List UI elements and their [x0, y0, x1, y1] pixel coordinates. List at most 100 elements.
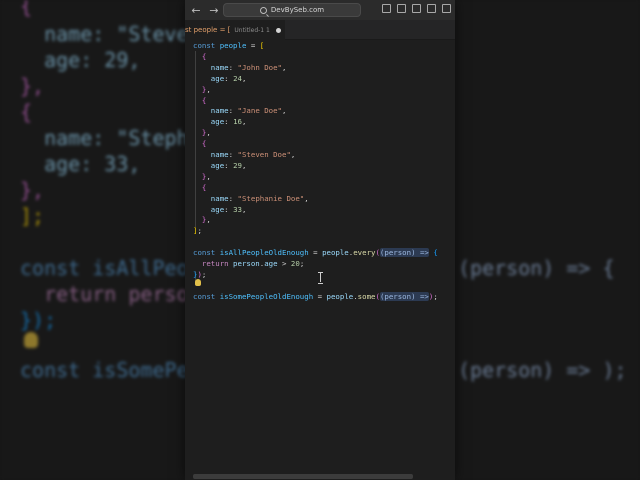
- background-code-line: return person.: [20, 282, 213, 306]
- code-token: age: [193, 117, 225, 127]
- split-icon[interactable]: [427, 4, 436, 13]
- forward-icon[interactable]: →: [207, 4, 221, 17]
- code-token: 20: [290, 259, 300, 268]
- code-token: isAllPeopleOldEnough: [219, 248, 309, 258]
- code-line[interactable]: const isAllPeopleOldEnough = people.ever…: [193, 247, 438, 258]
- code-token: ,: [290, 150, 296, 159]
- text-cursor-icon: [318, 272, 324, 284]
- back-icon[interactable]: ←: [189, 4, 203, 17]
- code-token: age: [193, 204, 225, 214]
- code-token: const: [193, 291, 220, 301]
- background-code-line: name: "Steph: [20, 126, 189, 150]
- code-token: :: [228, 150, 238, 159]
- code-token: }: [193, 84, 207, 94]
- code-token: ,: [241, 73, 247, 83]
- code-token: ,: [206, 215, 211, 225]
- address-bar[interactable]: DevBySeb.com: [223, 3, 361, 17]
- tab-untitled-1[interactable]: st people = [ Untitled-1 1: [185, 20, 285, 40]
- code-line[interactable]: const isSomePeopleOldEnough = people.som…: [193, 291, 438, 302]
- tab-bar: st people = [ Untitled-1 1: [185, 20, 455, 40]
- code-token: return: [193, 259, 234, 268]
- address-text: DevBySeb.com: [270, 6, 325, 14]
- code-line[interactable]: {: [193, 138, 206, 149]
- unsaved-dot-icon[interactable]: [275, 27, 281, 33]
- grid-icon[interactable]: [412, 4, 421, 13]
- code-line[interactable]: },: [193, 84, 211, 95]
- code-token: {: [193, 182, 207, 192]
- code-line[interactable]: age: 16,: [193, 116, 247, 127]
- code-token: ,: [282, 62, 287, 72]
- code-line[interactable]: {: [193, 51, 206, 62]
- background-code-line: age: 29,: [20, 48, 141, 72]
- code-token: :: [224, 204, 234, 214]
- background-code-line: },: [20, 74, 45, 98]
- code-token: name: [193, 150, 229, 159]
- code-line[interactable]: });: [193, 269, 206, 280]
- code-line[interactable]: age: 33,: [193, 204, 247, 215]
- code-line[interactable]: },: [193, 171, 211, 182]
- code-token: "Steven Doe": [237, 150, 291, 159]
- code-token: :: [228, 106, 238, 116]
- code-token: people: [219, 41, 247, 50]
- code-token: people: [322, 248, 349, 258]
- code-line[interactable]: const people = [: [193, 40, 264, 51]
- code-token: :: [224, 160, 234, 170]
- code-token: people: [326, 291, 354, 301]
- code-token: age: [193, 73, 225, 83]
- code-line[interactable]: name: "Stephanie Doe",: [193, 193, 309, 204]
- browser-titlebar: ← → DevBySeb.com: [185, 0, 455, 20]
- code-token: }: [193, 171, 207, 181]
- horizontal-scrollbar[interactable]: [193, 474, 413, 479]
- code-token: }: [193, 215, 207, 225]
- code-token: ,: [206, 84, 211, 94]
- background-code-line: },: [20, 178, 45, 202]
- code-token: every: [353, 248, 376, 258]
- code-line[interactable]: {: [193, 182, 206, 193]
- code-line[interactable]: name: "Steven Doe",: [193, 149, 296, 160]
- code-line[interactable]: {: [193, 95, 206, 106]
- panel-icon[interactable]: [442, 4, 451, 13]
- tab-subtitle: Untitled-1 1: [234, 26, 270, 34]
- code-token: some: [357, 291, 376, 301]
- code-token: {: [193, 95, 207, 105]
- code-token: name: [193, 62, 229, 72]
- code-token: age: [193, 160, 225, 170]
- code-token: ;: [299, 259, 305, 268]
- code-line[interactable]: name: "Jane Doe",: [193, 105, 287, 116]
- code-line[interactable]: age: 29,: [193, 160, 247, 171]
- code-token: =: [246, 41, 260, 50]
- code-token: "John Doe": [237, 62, 283, 72]
- background-lightbulb-icon: [24, 332, 38, 348]
- background-code-fragment: (person) => {: [458, 256, 615, 280]
- background-code-line: {: [20, 0, 33, 18]
- inlay-hint: (person) =>: [379, 248, 429, 258]
- code-token: const: [193, 248, 220, 258]
- code-line[interactable]: ];: [193, 225, 202, 236]
- lightbulb-icon[interactable]: [195, 279, 201, 286]
- layout-icon[interactable]: [397, 4, 406, 13]
- code-editor[interactable]: const people = [ { name: "John Doe", age…: [185, 40, 455, 470]
- inlay-hint: (person) =>: [379, 291, 429, 301]
- code-line[interactable]: age: 24,: [193, 73, 247, 84]
- sidebar-icon[interactable]: [382, 4, 391, 13]
- code-line[interactable]: return person.age > 20;: [193, 258, 304, 269]
- background-code-line: {: [20, 100, 33, 124]
- code-token: 29: [233, 160, 242, 170]
- code-token: ,: [206, 128, 211, 138]
- code-line[interactable]: name: "John Doe",: [193, 62, 287, 73]
- tab-title: st people = [: [185, 26, 231, 34]
- code-line[interactable]: },: [193, 214, 211, 225]
- background-code-line: const isSomePeop: [20, 358, 213, 382]
- code-token: isSomePeopleOldEnough: [219, 291, 314, 301]
- code-token: 24: [233, 73, 242, 83]
- code-token: person: [233, 259, 260, 268]
- code-token: name: [193, 193, 229, 203]
- code-token: }: [193, 128, 207, 138]
- code-token: ,: [241, 160, 247, 170]
- code-token: 16: [233, 117, 242, 127]
- code-token: =: [313, 291, 327, 301]
- code-token: :: [228, 62, 238, 72]
- code-token: 33: [233, 204, 242, 214]
- code-line[interactable]: },: [193, 127, 211, 138]
- background-code-line: name: "Steve: [20, 22, 189, 46]
